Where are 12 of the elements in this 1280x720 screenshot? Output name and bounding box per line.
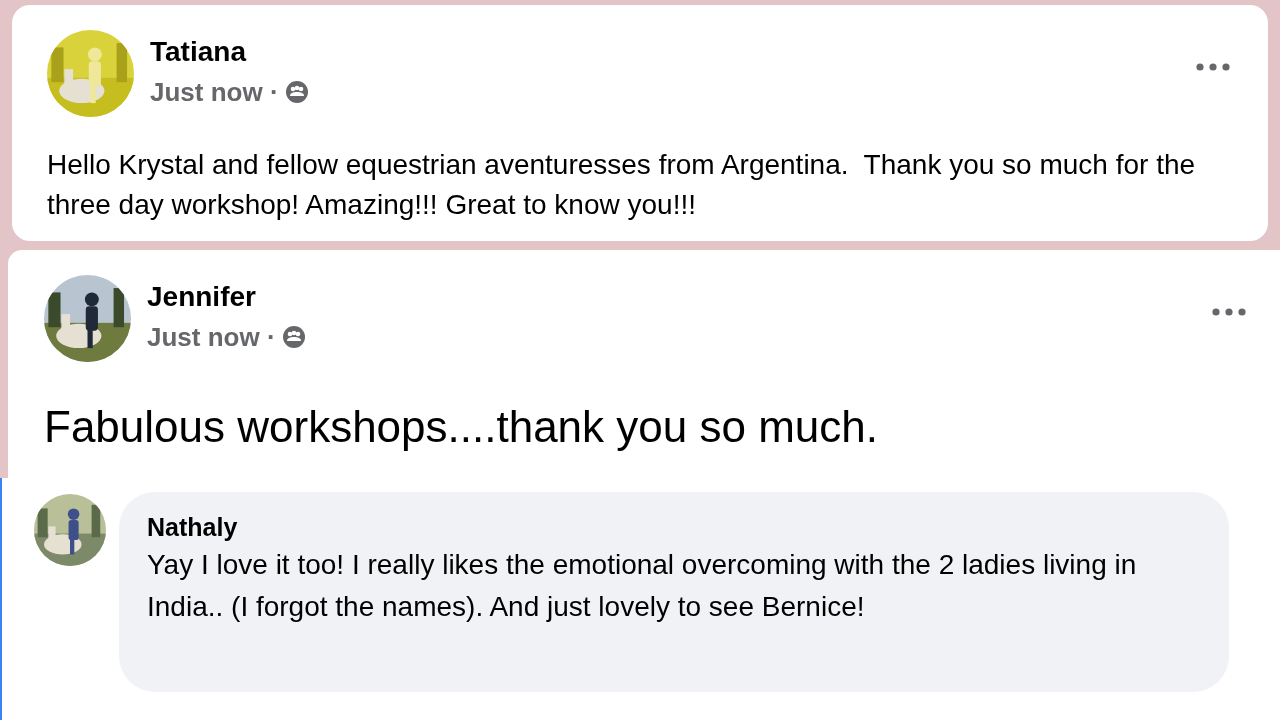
people-icon <box>281 325 306 349</box>
author-name[interactable]: Jennifer <box>147 277 306 317</box>
post-time: Just now · <box>147 321 276 354</box>
comment-author[interactable]: Nathaly <box>147 510 1229 544</box>
author-name[interactable]: Tatiana <box>150 32 309 72</box>
more-icon[interactable] <box>1196 63 1230 71</box>
post-time: Just now · <box>150 76 279 109</box>
comment-text: Yay I love it too! I really likes the emotional overcoming with the 2 ladies living in India.. (I forgot the names). And just lovely to see Bernice! <box>147 548 1138 624</box>
post-text: Hello Krystal and fellow equestrian aventuresses from Argentina. Thank you so much for the three day workshop! Amazing!!! Great to know you!!! <box>47 148 1197 222</box>
people-icon <box>284 80 309 104</box>
more-icon[interactable] <box>1212 308 1246 316</box>
post-text: Fabulous workshops....thank you so much. <box>44 401 879 453</box>
